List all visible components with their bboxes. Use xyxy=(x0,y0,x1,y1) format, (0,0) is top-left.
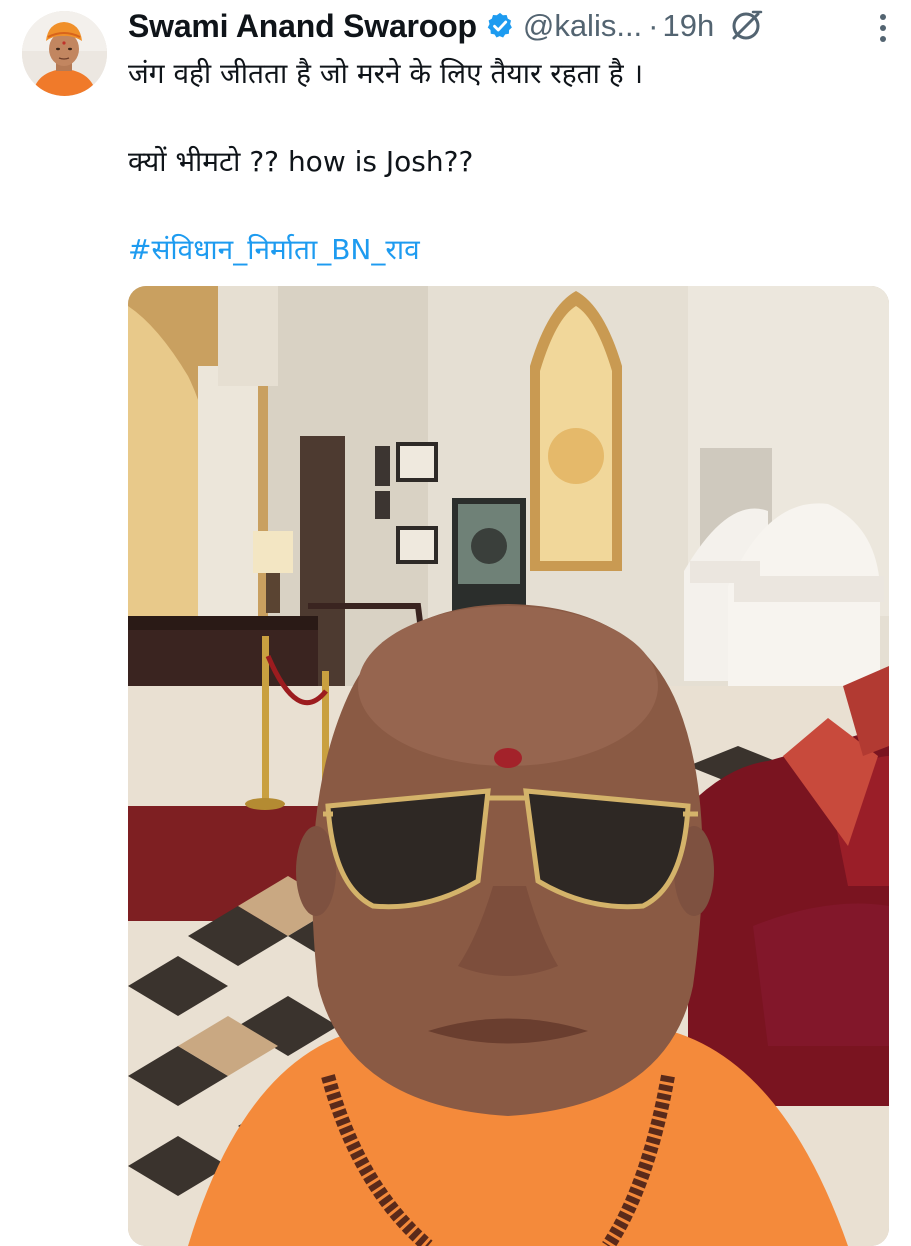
tweet[interactable]: Swami Anand Swaroop @kalis... · 19h जंग … xyxy=(0,0,911,1246)
avatar[interactable] xyxy=(22,11,107,96)
tweet-line-1: जंग वही जीतता है जो मरने के लिए तैयार रह… xyxy=(128,57,644,90)
selfie-photo xyxy=(128,286,889,1246)
verified-badge-icon xyxy=(485,11,515,41)
tweet-media-photo[interactable] xyxy=(128,286,889,1246)
user-handle[interactable]: @kalis... xyxy=(523,8,642,44)
tweet-header: Swami Anand Swaroop @kalis... · 19h xyxy=(128,4,764,48)
more-options-icon[interactable] xyxy=(875,10,891,46)
avatar-image xyxy=(22,11,107,96)
tweet-line-2: क्यों भीमटो ?? how is Josh?? xyxy=(128,145,474,178)
timestamp[interactable]: 19h xyxy=(663,8,715,44)
hashtag-link[interactable]: #संविधान_निर्माता_BN_राव xyxy=(128,228,888,272)
display-name[interactable]: Swami Anand Swaroop xyxy=(128,8,477,45)
separator-dot: · xyxy=(648,8,659,43)
tweet-text: जंग वही जीतता है जो मरने के लिए तैयार रह… xyxy=(128,52,888,272)
grok-icon[interactable] xyxy=(728,8,764,44)
